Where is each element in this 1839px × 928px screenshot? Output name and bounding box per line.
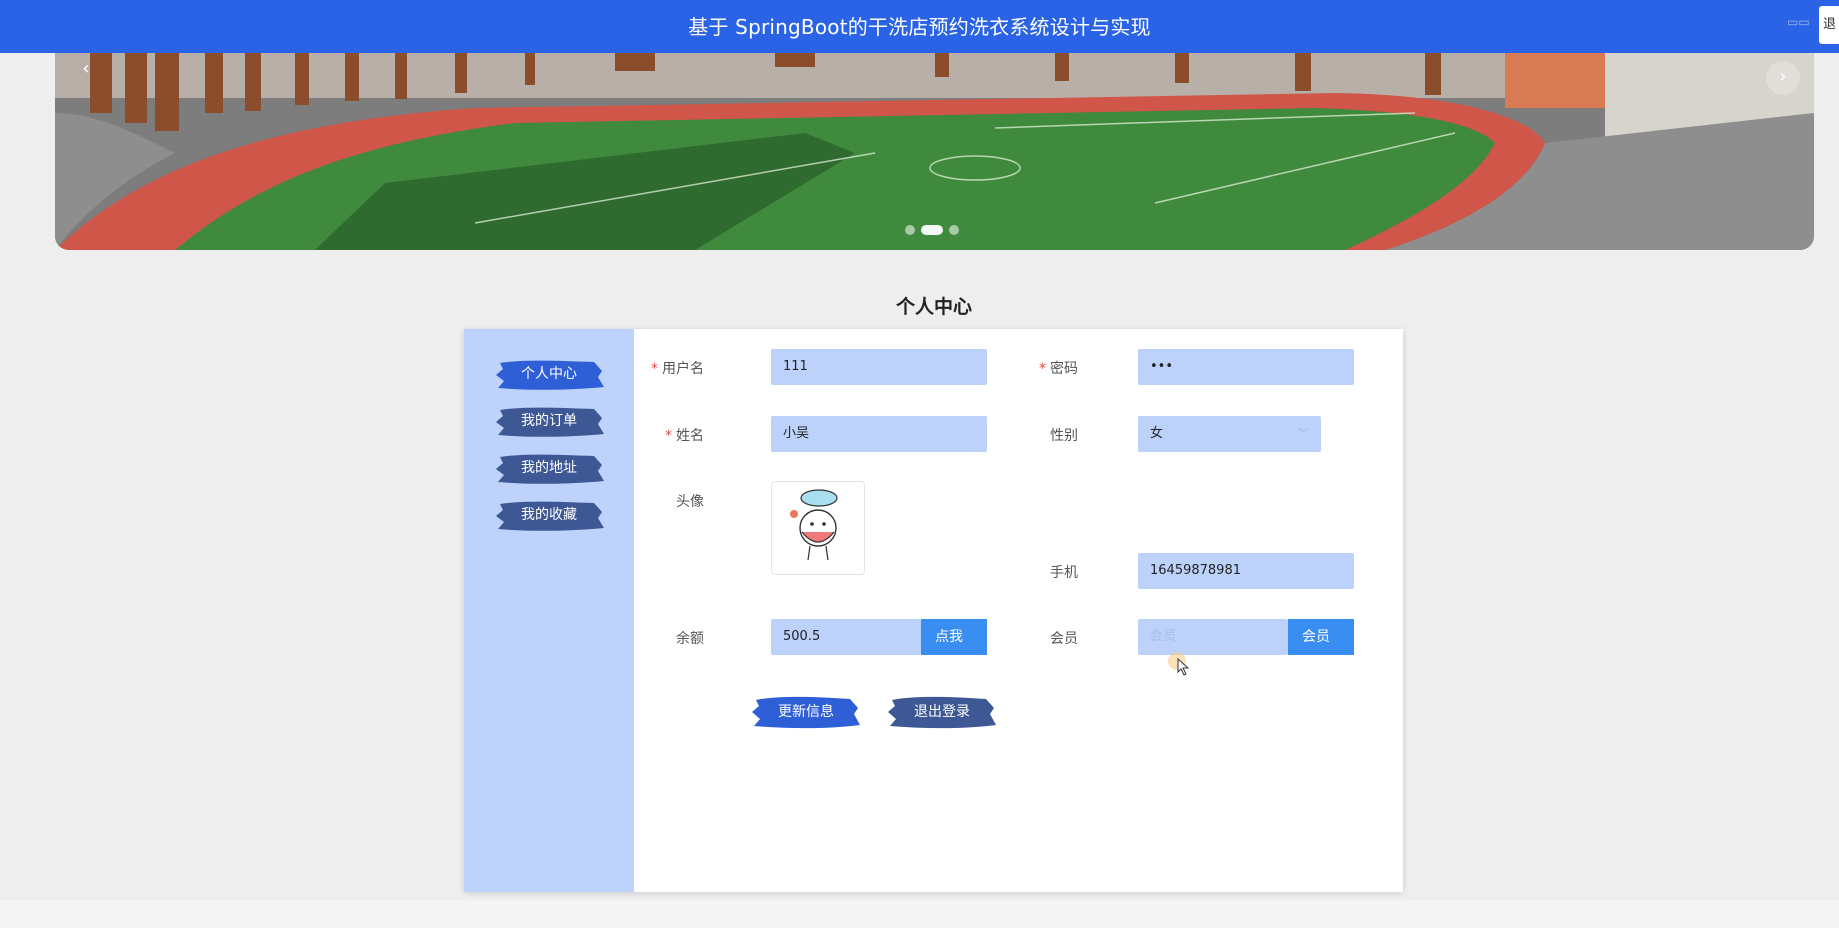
chevron-down-icon: ﹀ <box>1298 427 1309 440</box>
profile-card: 个人中心 我的订单 我的地址 我的收藏 * 用户名 111 * 密码 ••• * 姓名… <box>464 329 1403 892</box>
avatar-image <box>790 489 838 561</box>
banner-image <box>55 53 1814 250</box>
member-label: 会员 <box>1050 631 1078 647</box>
carousel-dot[interactable] <box>949 225 959 235</box>
banner-next-arrow[interactable]: › <box>1766 61 1800 95</box>
banner-prev-arrow[interactable]: ‹ <box>69 53 103 87</box>
top-bar: 基于 SpringBoot的干洗店预约洗衣系统设计与实现 ▭▭ 退 <box>0 0 1839 53</box>
sidebar-item-favorites[interactable]: 我的收藏 <box>494 498 604 532</box>
password-label: * 密码 <box>1039 361 1078 377</box>
sidebar-item-label: 我的地址 <box>521 460 577 476</box>
name-label: * 姓名 <box>665 428 704 444</box>
update-info-button[interactable]: 更新信息 <box>750 692 862 732</box>
balance-label: 余额 <box>676 631 704 647</box>
member-button[interactable]: 会员 <box>1288 619 1354 655</box>
avatar-label: 头像 <box>676 494 704 510</box>
logout-button[interactable]: 退出登录 <box>886 692 998 732</box>
phone-input[interactable]: 16459878981 <box>1138 553 1354 589</box>
name-input[interactable]: 小吴 <box>771 416 987 452</box>
sidebar-item-label: 我的收藏 <box>521 507 577 523</box>
gender-label: 性别 <box>1050 428 1078 444</box>
app-title: 基于 SpringBoot的干洗店预约洗衣系统设计与实现 <box>688 15 1151 39</box>
sidebar-item-label: 个人中心 <box>521 366 577 382</box>
sidebar-item-label: 我的订单 <box>521 413 577 429</box>
username-input[interactable]: 111 <box>771 349 987 385</box>
carousel-dot[interactable] <box>905 225 915 235</box>
balance-input[interactable]: 500.5 <box>771 619 921 655</box>
page-title: 个人中心 <box>895 296 972 318</box>
member-input[interactable]: 会员 <box>1138 619 1288 655</box>
avatar-upload[interactable] <box>771 481 865 575</box>
logout-mini-button[interactable]: 退 <box>1819 6 1839 44</box>
menu-icon[interactable]: ▭▭ <box>1787 15 1810 33</box>
mouse-cursor-icon <box>1177 658 1190 676</box>
password-input[interactable]: ••• <box>1138 349 1354 385</box>
carousel-dot-active[interactable] <box>921 225 943 235</box>
phone-label: 手机 <box>1050 565 1078 581</box>
username-label: * 用户名 <box>651 361 704 377</box>
gender-select-value: 女 <box>1150 426 1164 441</box>
footer-strip <box>0 900 1839 928</box>
sidebar-item-address[interactable]: 我的地址 <box>494 451 604 485</box>
sidebar-item-orders[interactable]: 我的订单 <box>494 404 604 438</box>
banner-carousel: ‹ › <box>55 53 1814 250</box>
gender-select[interactable]: 女 ﹀ <box>1138 416 1321 452</box>
profile-sidebar: 个人中心 我的订单 我的地址 我的收藏 <box>464 329 634 892</box>
sidebar-item-profile[interactable]: 个人中心 <box>494 357 604 391</box>
carousel-indicators <box>905 225 959 235</box>
recharge-button[interactable]: 点我 <box>921 619 987 655</box>
